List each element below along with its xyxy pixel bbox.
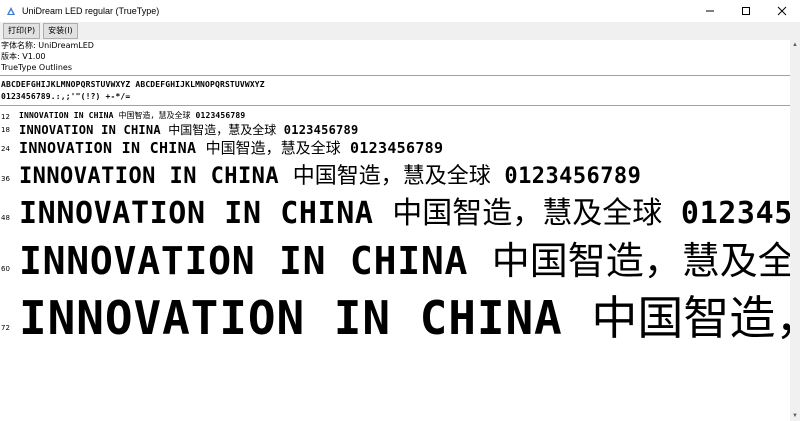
divider <box>0 75 790 76</box>
size-label: 36 <box>1 175 10 183</box>
sample-row-60: 60 INNOVATION IN CHINA 中国智造，慧及全球 01 <box>0 228 790 280</box>
install-button[interactable]: 安装(I) <box>43 23 78 39</box>
font-outline-type-label: TrueType Outlines <box>1 63 73 72</box>
font-viewer-app-icon <box>6 6 16 16</box>
sample-digits: 0123456789 <box>350 139 444 157</box>
size-label: 24 <box>1 145 10 153</box>
sample-text: INNOVATION IN CHINA 中国智造，慧及全 <box>19 282 790 346</box>
sample-latin: INNOVATION IN CHINA <box>19 111 114 120</box>
sample-latin: INNOVATION IN CHINA <box>19 239 469 280</box>
sample-text: INNOVATION IN CHINA 中国智造，慧及全球 0123456789 <box>19 188 790 230</box>
size-label: 72 <box>1 324 10 332</box>
minimize-button[interactable] <box>692 0 728 22</box>
sample-latin: INNOVATION IN CHINA <box>19 139 197 157</box>
charset-line-digits: 0123456789.:,;'"(!?) +-*/= <box>1 92 131 101</box>
maximize-icon <box>742 7 750 15</box>
font-name-label: 字体名称: UniDreamLED <box>1 41 94 50</box>
close-button[interactable] <box>764 0 800 22</box>
maximize-button[interactable] <box>728 0 764 22</box>
sample-text: INNOVATION IN CHINA 中国智造，慧及全球 0123456789 <box>19 121 358 138</box>
sample-cjk: 中国智造，慧及全球 <box>392 196 663 230</box>
sample-cjk: 中国智造，慧及全球 <box>491 239 790 280</box>
divider <box>0 105 790 106</box>
size-label: 18 <box>1 126 10 134</box>
charset-line-letters: ABCDEFGHIJKLMNOPQRSTUVWXYZ ABCDEFGHIJKLM… <box>1 80 265 89</box>
sample-cjk: 中国智造，慧及全球 <box>168 123 277 137</box>
sample-cjk: 中国智造，慧及全球 <box>205 139 341 157</box>
scroll-up-icon[interactable]: ▲ <box>790 40 800 50</box>
window-title: UniDream LED regular (TrueType) <box>22 6 160 16</box>
sample-digits: 0123456789 <box>283 123 359 137</box>
sample-latin: INNOVATION IN CHINA <box>19 196 374 230</box>
sample-row-72: 72 INNOVATION IN CHINA 中国智造，慧及全 <box>0 278 790 346</box>
close-icon <box>777 6 787 16</box>
sample-digits: 0123456789 <box>195 111 246 120</box>
sample-text: INNOVATION IN CHINA 中国智造，慧及全球 01 <box>19 230 790 280</box>
sample-digits: 0123456789 <box>680 196 790 230</box>
font-preview-pane[interactable]: 字体名称: UniDreamLED 版本: V1.00 TrueType Out… <box>0 40 790 421</box>
window-controls <box>692 0 800 22</box>
sample-latin: INNOVATION IN CHINA <box>19 291 563 345</box>
scroll-down-icon[interactable]: ▼ <box>790 411 800 421</box>
font-version-label: 版本: V1.00 <box>1 52 46 61</box>
size-label: 12 <box>1 113 10 121</box>
minimize-icon <box>706 10 714 12</box>
title-bar: UniDream LED regular (TrueType) <box>0 0 800 23</box>
size-label: 60 <box>1 265 10 273</box>
print-button[interactable]: 打印(P) <box>3 23 41 39</box>
sample-row-48: 48 INNOVATION IN CHINA 中国智造，慧及全球 0123456… <box>0 186 790 230</box>
sample-latin: INNOVATION IN CHINA <box>19 123 161 137</box>
vertical-scrollbar[interactable]: ▲ ▼ <box>790 40 800 421</box>
sample-text: INNOVATION IN CHINA 中国智造，慧及全球 0123456789 <box>19 110 245 121</box>
size-label: 48 <box>1 214 10 222</box>
sample-cjk: 中国智造，慧及全 <box>591 291 790 345</box>
sample-cjk: 中国智造，慧及全球 <box>118 111 191 120</box>
toolbar: 打印(P) 安装(I) <box>0 22 800 40</box>
sample-text: INNOVATION IN CHINA 中国智造，慧及全球 0123456789 <box>19 137 443 158</box>
